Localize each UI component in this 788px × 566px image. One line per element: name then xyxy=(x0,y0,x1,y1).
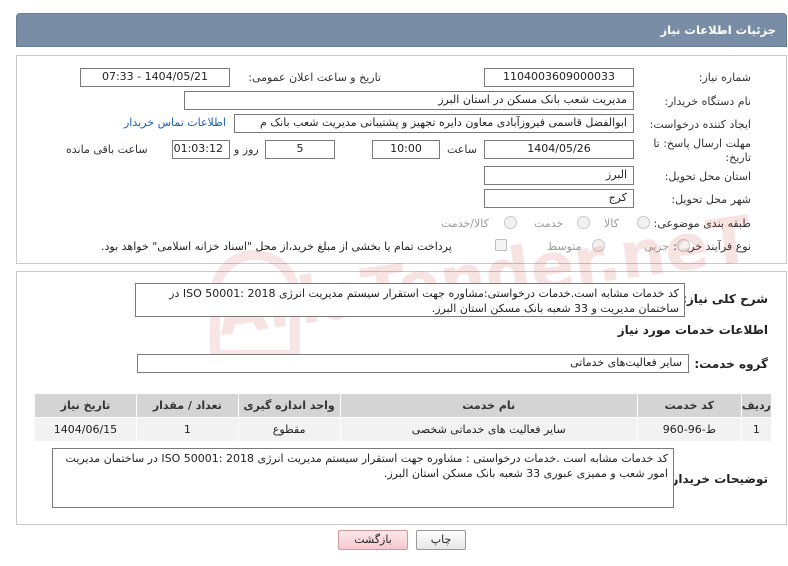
need-number-field: 1104003609000033 xyxy=(484,68,634,87)
announce-label: تاریخ و ساعت اعلان عمومی: xyxy=(248,71,381,84)
panel-header: جزئیات اطلاعات نیاز xyxy=(16,13,787,47)
category-option-goods: کالا xyxy=(604,217,619,230)
city-field: کرج xyxy=(484,189,634,208)
print-button[interactable]: چاپ xyxy=(416,530,466,550)
deadline-time-field: 10:00 xyxy=(372,140,440,159)
services-info-title: اطلاعات خدمات مورد نیاز xyxy=(617,323,768,337)
remaining-time-field: 01:03:12 xyxy=(172,140,230,159)
province-label: استان محل تحویل: xyxy=(664,170,751,183)
col-unit: واحد اندازه گیری xyxy=(237,393,341,418)
purchase-option-small: جزیی xyxy=(644,240,670,253)
deadline-date-field: 1404/05/26 xyxy=(484,140,634,159)
purchase-radio-medium[interactable] xyxy=(592,239,605,252)
buyer-org-label: نام دستگاه خریدار: xyxy=(664,95,751,108)
back-button[interactable]: بازگشت xyxy=(338,530,408,550)
services-table-header: ردیف کد خدمت نام خدمت واحد اندازه گیری ت… xyxy=(34,393,773,418)
deadline-days-label: روز و xyxy=(234,143,259,156)
need-number-label: شماره نیاز: xyxy=(698,71,751,84)
purchase-option-medium: متوسط xyxy=(547,240,582,253)
requester-field: ابوالفضل قاسمی فیروزآبادی معاون دایره تج… xyxy=(234,114,634,133)
summary-text: کد خدمات مشابه است.خدمات درخواستی:مشاوره… xyxy=(169,287,679,315)
city-label: شهر محل تحویل: xyxy=(671,193,751,206)
cell-need-date: 1404/06/15 xyxy=(34,417,137,442)
col-row-number: ردیف xyxy=(740,393,773,418)
col-quantity: تعداد / مقدار xyxy=(135,393,239,418)
cell-row-number: 1 xyxy=(740,417,773,442)
remaining-time-label: ساعت باقی مانده xyxy=(66,143,148,156)
announce-field: 1404/05/21 - 07:33 xyxy=(80,68,230,87)
purchase-radio-small[interactable] xyxy=(677,239,690,252)
buyer-notes-label: توضیحات خریدار: xyxy=(666,472,768,486)
cell-service-name: سایر فعالیت های خدماتی شخصی xyxy=(339,417,638,442)
contact-buyer-link[interactable]: اطلاعات تماس خریدار xyxy=(124,116,226,129)
deadline-label: مهلت ارسال پاسخ: تا تاریخ: xyxy=(651,137,751,165)
deadline-label-text: مهلت ارسال پاسخ: تا تاریخ: xyxy=(653,137,751,164)
col-service-name: نام خدمت xyxy=(339,393,638,418)
table-row: 1 ط-96-960 سایر فعالیت های خدماتی شخصی م… xyxy=(34,417,773,442)
service-group-field: سایر فعالیت‌های خدماتی xyxy=(137,354,689,373)
services-table: ردیف کد خدمت نام خدمت واحد اندازه گیری ت… xyxy=(34,393,773,442)
buyer-notes-text: کد خدمات مشابه است .خدمات درخواستی : مشا… xyxy=(65,452,668,480)
category-option-goods-service: کالا/خدمت xyxy=(441,217,489,230)
summary-label: شرح کلی نیاز: xyxy=(682,292,768,306)
deadline-time-label: ساعت xyxy=(447,143,477,156)
service-group-label: گروه خدمت: xyxy=(694,357,768,371)
deadline-days-field: 5 xyxy=(265,140,335,159)
category-option-service: خدمت xyxy=(534,217,564,230)
category-radio-goods[interactable] xyxy=(637,216,650,229)
treasury-payment-note: پرداخت تمام یا بخشی از مبلغ خرید،از محل … xyxy=(101,240,452,253)
summary-textarea[interactable]: کد خدمات مشابه است.خدمات درخواستی:مشاوره… xyxy=(135,283,685,317)
category-label: طبقه بندی موضوعی: xyxy=(653,217,751,230)
province-field: البرز xyxy=(484,166,634,185)
cell-unit: مقطوع xyxy=(237,417,341,442)
category-radio-goods-service[interactable] xyxy=(504,216,517,229)
cell-quantity: 1 xyxy=(135,417,239,442)
col-service-code: کد خدمت xyxy=(636,393,742,418)
requester-label: ایجاد کننده درخواست: xyxy=(649,118,751,131)
page-title: جزئیات اطلاعات نیاز xyxy=(660,23,776,37)
col-need-date: تاریخ نیاز xyxy=(34,393,137,418)
buyer-notes-textarea[interactable]: کد خدمات مشابه است .خدمات درخواستی : مشا… xyxy=(52,448,674,508)
cell-service-code: ط-96-960 xyxy=(636,417,742,442)
treasury-payment-checkbox[interactable] xyxy=(495,239,507,251)
category-radio-service[interactable] xyxy=(577,216,590,229)
buyer-org-field: مدیریت شعب بانک مسکن در استان البرز xyxy=(184,91,634,110)
